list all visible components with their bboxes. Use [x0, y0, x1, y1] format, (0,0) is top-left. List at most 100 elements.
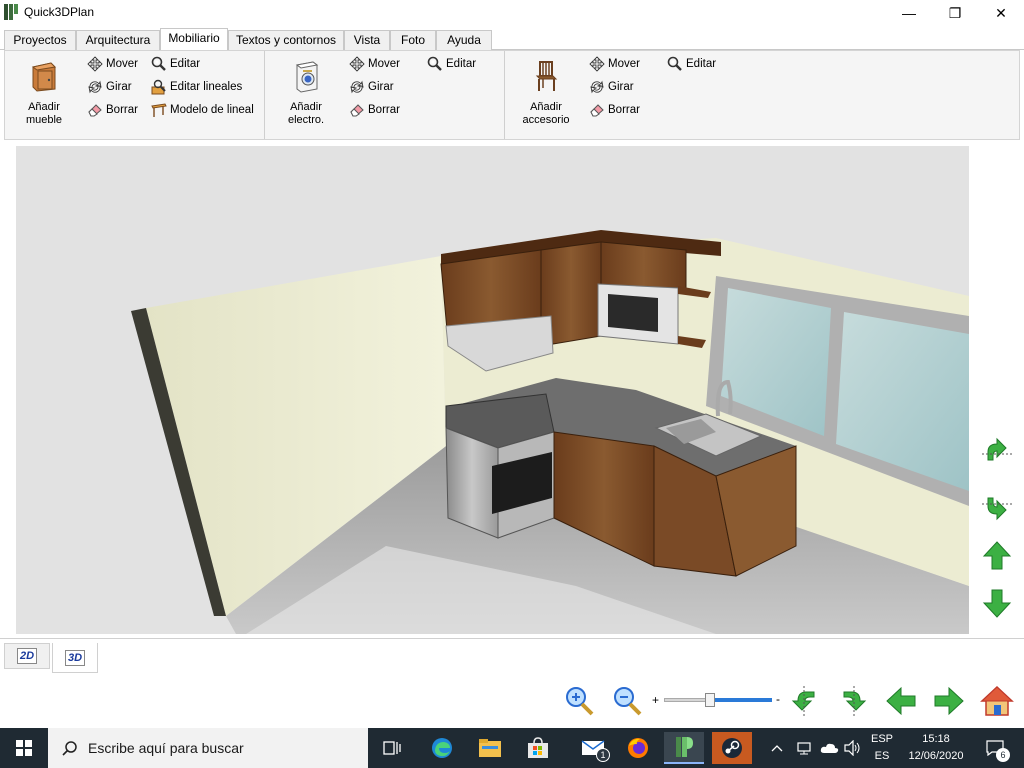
- appliance-move-button[interactable]: Mover: [349, 55, 400, 73]
- notifications-button[interactable]: 6: [982, 728, 1010, 768]
- network-icon[interactable]: [796, 728, 814, 768]
- accessory-move-button[interactable]: Mover: [589, 55, 640, 73]
- mail-icon[interactable]: 1: [574, 732, 614, 764]
- tab-proyectos[interactable]: Proyectos: [4, 30, 76, 50]
- rotate-right-icon[interactable]: [836, 684, 870, 718]
- move-left-icon[interactable]: [884, 684, 918, 718]
- add-appliance-label-2: electro.: [287, 114, 325, 126]
- furniture-rotate-button[interactable]: Girar: [87, 78, 132, 96]
- windows-taskbar: Escribe aquí para buscar 1 ESP ES 15:18 …: [0, 728, 1024, 768]
- rotate-icon: [88, 80, 102, 94]
- edit-linear-button[interactable]: Editar lineales: [151, 78, 242, 96]
- home-icon[interactable]: [980, 684, 1014, 718]
- quick3dplan-taskbar-icon[interactable]: [664, 732, 704, 764]
- appliance-move-label: Mover: [368, 58, 400, 70]
- move-icon: [589, 56, 605, 72]
- rotate-up-icon[interactable]: [980, 436, 1014, 470]
- edit-linear-icon: [151, 79, 166, 95]
- linear-model-icon: [151, 103, 167, 117]
- tab-vista[interactable]: Vista: [344, 30, 390, 50]
- window-title: Quick3DPlan: [24, 5, 95, 19]
- zoom-in-icon[interactable]: [562, 684, 596, 718]
- accessory-rotate-button[interactable]: Girar: [589, 78, 634, 96]
- view-navigation-panel: [970, 146, 1024, 634]
- accessory-move-label: Mover: [608, 58, 640, 70]
- firefox-icon[interactable]: [618, 732, 658, 764]
- file-explorer-icon[interactable]: [470, 732, 510, 764]
- furniture-delete-button[interactable]: Borrar: [87, 101, 138, 119]
- rotate-icon: [590, 80, 604, 94]
- task-view-icon[interactable]: [372, 732, 412, 764]
- minimize-button[interactable]: —: [886, 0, 932, 26]
- eraser-icon: [350, 104, 364, 117]
- steam-icon[interactable]: [712, 732, 752, 764]
- tab-2d[interactable]: 2D: [4, 643, 50, 669]
- tab-mobiliario[interactable]: Mobiliario: [160, 28, 228, 51]
- wrench-icon: [151, 56, 166, 71]
- furniture-move-label: Mover: [106, 58, 138, 70]
- add-accessory-button[interactable]: Añadir accesorio: [515, 59, 577, 127]
- zoom-slider[interactable]: + -: [652, 692, 780, 710]
- clock-date: 12/06/2020: [908, 750, 964, 762]
- rotate-left-icon[interactable]: [788, 684, 822, 718]
- add-appliance-button[interactable]: Añadir electro.: [275, 59, 337, 127]
- appliance-edit-button[interactable]: Editar: [427, 55, 476, 73]
- store-icon[interactable]: [518, 732, 558, 764]
- accessory-edit-button[interactable]: Editar: [667, 55, 716, 73]
- clock-time: 15:18: [922, 733, 950, 745]
- furniture-edit-label: Editar: [170, 58, 201, 70]
- search-icon: [62, 741, 77, 756]
- furniture-rotate-label: Girar: [106, 81, 132, 93]
- tab-ayuda[interactable]: Ayuda: [436, 30, 492, 50]
- tab-2d-label: 2D: [16, 648, 38, 664]
- accessory-edit-label: Editar: [686, 58, 717, 70]
- zoom-out-icon[interactable]: [610, 684, 644, 718]
- wrench-icon: [667, 56, 682, 71]
- app-logo-icon: [4, 4, 18, 20]
- tab-arquitectura[interactable]: Arquitectura: [76, 30, 160, 50]
- bottom-toolbar: + -: [0, 676, 1024, 726]
- ribbon-panel: Añadir mueble Mover Girar Borrar Editar: [4, 50, 1020, 140]
- furniture-move-button[interactable]: Mover: [87, 55, 138, 73]
- appliance-delete-button[interactable]: Borrar: [349, 101, 400, 119]
- appliance-group: Añadir electro. Mover Girar Borrar Edita…: [265, 51, 505, 139]
- taskbar-search-box[interactable]: Escribe aquí para buscar: [48, 728, 368, 768]
- move-right-icon[interactable]: [932, 684, 966, 718]
- zoom-minus-label: -: [776, 692, 780, 706]
- furniture-delete-label: Borrar: [106, 104, 138, 116]
- close-button[interactable]: ✕: [978, 0, 1024, 26]
- input-language-indicator[interactable]: ESP ES: [866, 731, 898, 765]
- onedrive-icon[interactable]: [820, 728, 840, 768]
- linear-model-label: Modelo de lineal: [170, 104, 254, 116]
- add-furniture-label-2: mueble: [25, 114, 63, 126]
- edge-browser-icon[interactable]: [422, 732, 462, 764]
- add-accessory-label-1: Añadir: [530, 101, 562, 113]
- furniture-group: Añadir mueble Mover Girar Borrar Editar: [5, 51, 265, 139]
- accessory-group: Añadir accesorio Mover Girar Borrar Edit…: [505, 51, 1021, 139]
- cabinet-icon: [31, 62, 57, 92]
- linear-model-button[interactable]: Modelo de lineal: [151, 101, 254, 119]
- tray-chevron-icon[interactable]: [770, 728, 784, 768]
- add-appliance-label-1: Añadir: [290, 101, 322, 113]
- accessory-delete-label: Borrar: [608, 104, 640, 116]
- tab-textos-contornos[interactable]: Textos y contornos: [228, 30, 344, 50]
- notification-count: 6: [996, 748, 1010, 762]
- tab-3d[interactable]: 3D: [52, 643, 98, 673]
- rotate-down-icon[interactable]: [980, 488, 1014, 522]
- appliance-rotate-button[interactable]: Girar: [349, 78, 394, 96]
- add-furniture-button[interactable]: Añadir mueble: [13, 59, 75, 127]
- start-button[interactable]: [0, 728, 48, 768]
- accessory-delete-button[interactable]: Borrar: [589, 101, 640, 119]
- mail-badge: 1: [596, 748, 610, 762]
- tab-foto[interactable]: Foto: [390, 30, 436, 50]
- furniture-edit-button[interactable]: Editar: [151, 55, 200, 73]
- volume-icon[interactable]: [844, 728, 862, 768]
- maximize-button[interactable]: ❐: [932, 0, 978, 26]
- move-down-icon[interactable]: [980, 586, 1014, 620]
- taskbar-clock[interactable]: 15:18 12/06/2020: [898, 731, 974, 765]
- move-up-icon[interactable]: [980, 539, 1014, 573]
- washing-machine-icon: [295, 61, 319, 93]
- move-icon: [349, 56, 365, 72]
- zoom-thumb[interactable]: [705, 693, 716, 707]
- 3d-viewport[interactable]: [16, 146, 969, 634]
